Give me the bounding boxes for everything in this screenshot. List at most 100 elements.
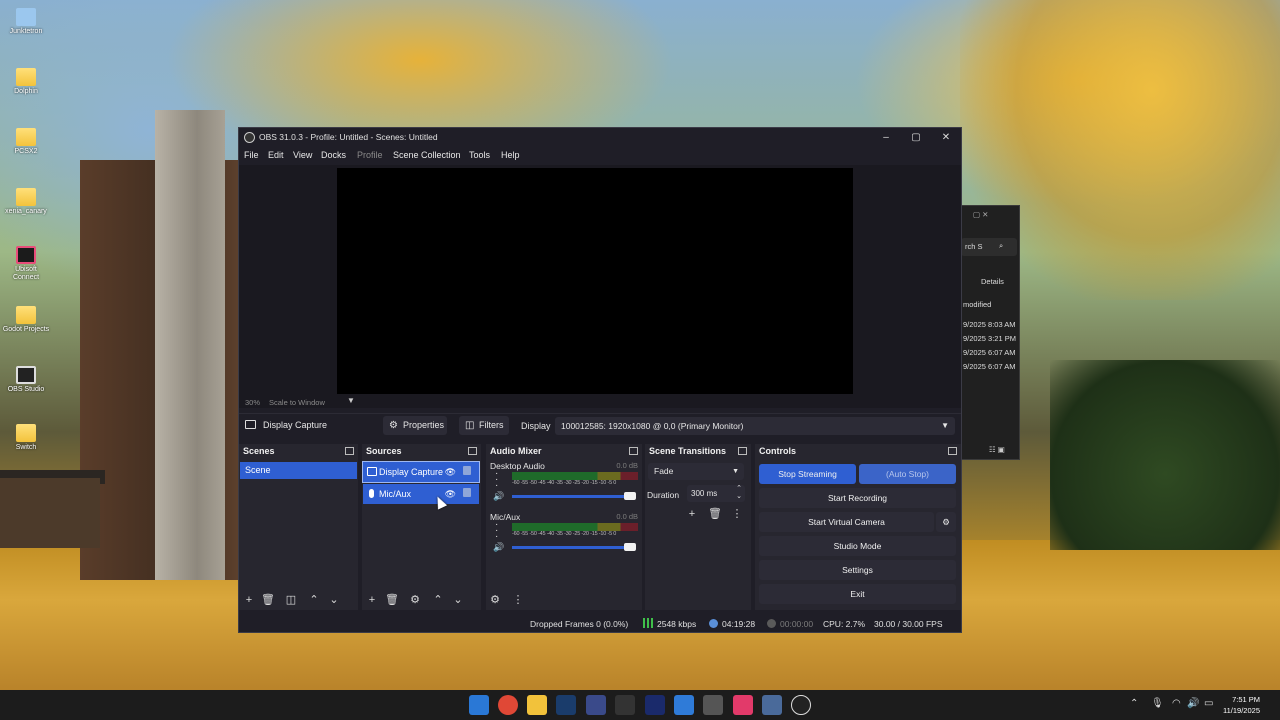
desktop-icon-pcsx2[interactable]: PCSX2 [2, 128, 50, 156]
folder-icon [16, 188, 36, 206]
add-transition-button[interactable]: + [685, 507, 699, 521]
properties-button[interactable]: ⚙ Properties [383, 416, 447, 435]
close-button[interactable]: ✕ [936, 130, 956, 146]
visibility-eye-icon[interactable]: 👁 [445, 462, 456, 482]
source-item-display-capture[interactable]: Display Capture 👁 [362, 461, 480, 483]
source-item-mic-aux[interactable]: Mic/Aux 👁 [363, 484, 479, 504]
remove-transition-button[interactable]: 🗑 [708, 507, 722, 521]
monitor-icon [245, 420, 256, 429]
virtual-camera-settings-gear-icon[interactable]: ⚙ [936, 512, 956, 532]
file-explorer-window: ▢ ✕ rch S ⌕ Details modified 9/2025 8:03 … [958, 205, 1020, 460]
move-up-button[interactable]: ⌃ [431, 593, 445, 607]
volume-icon[interactable]: 🔊 [1187, 698, 1199, 709]
channel-menu-button[interactable]: · · · [495, 469, 498, 491]
shed [0, 478, 100, 548]
file-explorer-icon[interactable] [527, 695, 547, 715]
undock-icon[interactable] [345, 447, 354, 455]
microphone-icon[interactable]: 🎙 [1151, 698, 1164, 709]
chevron-down-icon[interactable]: ▼ [347, 396, 355, 405]
studio-mode-button[interactable]: Studio Mode [759, 536, 956, 556]
obs-taskbar-icon[interactable] [791, 695, 811, 715]
volume-slider-handle[interactable] [624, 543, 636, 551]
steam-icon[interactable] [556, 695, 576, 715]
view-toggle-icons[interactable]: ☷ ▣ [989, 445, 1005, 454]
menu-profile[interactable]: Profile [357, 150, 383, 160]
wifi-icon[interactable]: ◠ [1172, 698, 1181, 709]
clock[interactable]: 7:51 PM 11/19/2025 [1223, 694, 1260, 716]
source-properties-button[interactable]: ⚙ [408, 593, 422, 607]
app-icon[interactable] [645, 695, 665, 715]
channel-menu-button[interactable]: · · · [495, 520, 498, 542]
start-virtual-camera-button[interactable]: Start Virtual Camera [759, 512, 934, 532]
move-down-button[interactable]: ⌄ [451, 593, 465, 607]
ubisoft-icon [16, 246, 36, 264]
desktop-icon-obs[interactable]: OBS Studio [2, 366, 50, 394]
start-windows-icon[interactable] [469, 695, 489, 715]
lock-icon[interactable] [463, 488, 471, 497]
filters-button[interactable]: ◫ Filters [459, 416, 509, 435]
desktop-icon-ubisoft[interactable]: Ubisoft Connect [2, 246, 50, 282]
desktop-icon-xenia[interactable]: xenia_canary [2, 188, 50, 216]
mixer-menu-button[interactable]: ⋮ [511, 593, 525, 607]
spin-buttons[interactable]: ⌃ ⌄ [736, 485, 742, 501]
undock-icon[interactable] [948, 447, 957, 455]
start-recording-button[interactable]: Start Recording [759, 488, 956, 508]
maximize-icon[interactable]: ▢ ✕ [973, 210, 988, 219]
remove-scene-button[interactable]: 🗑 [261, 593, 275, 607]
title-bar[interactable]: OBS 31.0.3 - Profile: Untitled - Scenes:… [239, 128, 961, 148]
advanced-audio-button[interactable]: ⚙ [488, 593, 502, 607]
details-button[interactable]: Details [981, 277, 1004, 286]
volume-slider[interactable] [512, 495, 630, 498]
meter-ticks: -60 -55 -50 -45 -40 -35 -30 -25 -20 -15 … [512, 480, 617, 486]
settings-button[interactable]: Settings [759, 560, 956, 580]
explorer-search-field[interactable]: rch S ⌕ [961, 238, 1017, 256]
display-select[interactable]: 100012585: 1920x1080 @ 0,0 (Primary Moni… [555, 417, 955, 435]
menu-view[interactable]: View [293, 150, 312, 160]
menu-scene-collection[interactable]: Scene Collection [393, 150, 461, 160]
duration-field[interactable]: 300 ms ⌃ ⌄ [687, 485, 745, 502]
move-up-button[interactable]: ⌃ [307, 593, 321, 607]
app-icon[interactable] [586, 695, 606, 715]
settings-gear-icon[interactable] [703, 695, 723, 715]
transition-select[interactable]: Fade ▼ [648, 463, 744, 480]
chevron-up-icon[interactable]: ⌃ [1130, 698, 1138, 709]
undock-icon[interactable] [629, 447, 638, 455]
undock-icon[interactable] [738, 447, 747, 455]
move-down-button[interactable]: ⌄ [327, 593, 341, 607]
add-source-button[interactable]: + [365, 593, 379, 607]
app-icon[interactable] [762, 695, 782, 715]
add-scene-button[interactable]: + [242, 593, 256, 607]
visibility-eye-icon[interactable]: 👁 [445, 484, 456, 504]
menu-docks[interactable]: Docks [321, 150, 346, 160]
transition-menu-button[interactable]: ⋮ [730, 507, 744, 521]
minimize-button[interactable]: – [876, 130, 896, 146]
scene-filters-button[interactable]: ◫ [284, 593, 298, 607]
volume-slider-handle[interactable] [624, 492, 636, 500]
menu-help[interactable]: Help [501, 150, 520, 160]
desktop-icon-switch[interactable]: Switch [2, 424, 50, 452]
exit-button[interactable]: Exit [759, 584, 956, 604]
menu-file[interactable]: File [244, 150, 259, 160]
scale-to-window-select[interactable]: Scale to Window [269, 398, 325, 407]
desktop-icon-dolphin[interactable]: Dolphin [2, 68, 50, 96]
menu-edit[interactable]: Edit [268, 150, 284, 160]
stop-streaming-button[interactable]: Stop Streaming [759, 464, 856, 484]
notepad-icon[interactable] [674, 695, 694, 715]
undock-icon[interactable] [468, 447, 477, 455]
auto-stop-button[interactable]: (Auto Stop) [859, 464, 956, 484]
menu-tools[interactable]: Tools [469, 150, 490, 160]
desktop-icon-recycle-bin[interactable]: Junktetron [2, 8, 50, 36]
speaker-icon[interactable]: 🔊 [493, 542, 504, 553]
speaker-icon[interactable]: 🔊 [493, 491, 504, 502]
desktop-icon-godot[interactable]: Godot Projects [2, 306, 50, 334]
chrome-icon[interactable] [498, 695, 518, 715]
volume-slider[interactable] [512, 546, 630, 549]
remove-source-button[interactable]: 🗑 [385, 593, 399, 607]
lock-icon[interactable] [463, 466, 471, 475]
maximize-button[interactable]: ▢ [906, 130, 926, 146]
battery-icon[interactable]: ▭ [1204, 698, 1213, 709]
app-icon[interactable] [733, 695, 753, 715]
scene-item[interactable]: Scene [240, 462, 357, 479]
terminal-icon[interactable] [615, 695, 635, 715]
preview-canvas[interactable] [337, 168, 853, 394]
